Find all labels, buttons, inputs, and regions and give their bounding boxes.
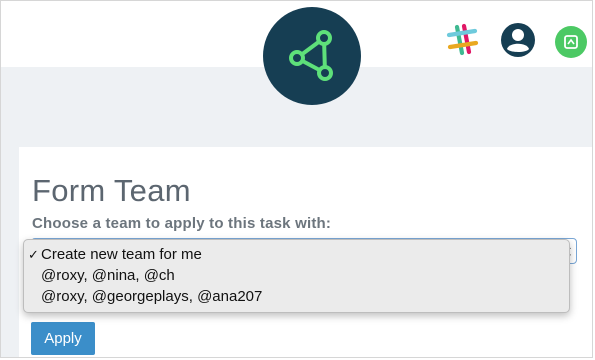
team-dropdown-menu: ✓ Create new team for me @roxy, @nina, @… <box>23 239 570 313</box>
team-option-label: @roxy, @nina, @ch <box>41 267 175 284</box>
checkmark-icon: ✓ <box>28 247 39 262</box>
team-option-new[interactable]: ✓ Create new team for me <box>24 244 569 265</box>
account-icon[interactable] <box>500 22 536 58</box>
slack-icon[interactable] <box>445 23 479 57</box>
app-glyph-icon <box>564 35 578 49</box>
apply-button[interactable]: Apply <box>31 322 95 355</box>
team-option-label: Create new team for me <box>41 246 202 263</box>
team-select-prompt: Choose a team to apply to this task with… <box>32 215 332 232</box>
share-graph-icon <box>289 30 333 81</box>
team-option-label: @roxy, @georgeplays, @ana207 <box>41 288 263 305</box>
team-option-roxy-nina-ch[interactable]: @roxy, @nina, @ch <box>24 265 569 286</box>
page-frame: Form Team Choose a team to apply to this… <box>0 0 593 358</box>
logo[interactable] <box>263 7 361 105</box>
page-title: Form Team <box>32 173 191 208</box>
app-icon[interactable] <box>555 26 587 58</box>
team-option-roxy-georgeplays-ana207[interactable]: @roxy, @georgeplays, @ana207 <box>24 286 569 307</box>
